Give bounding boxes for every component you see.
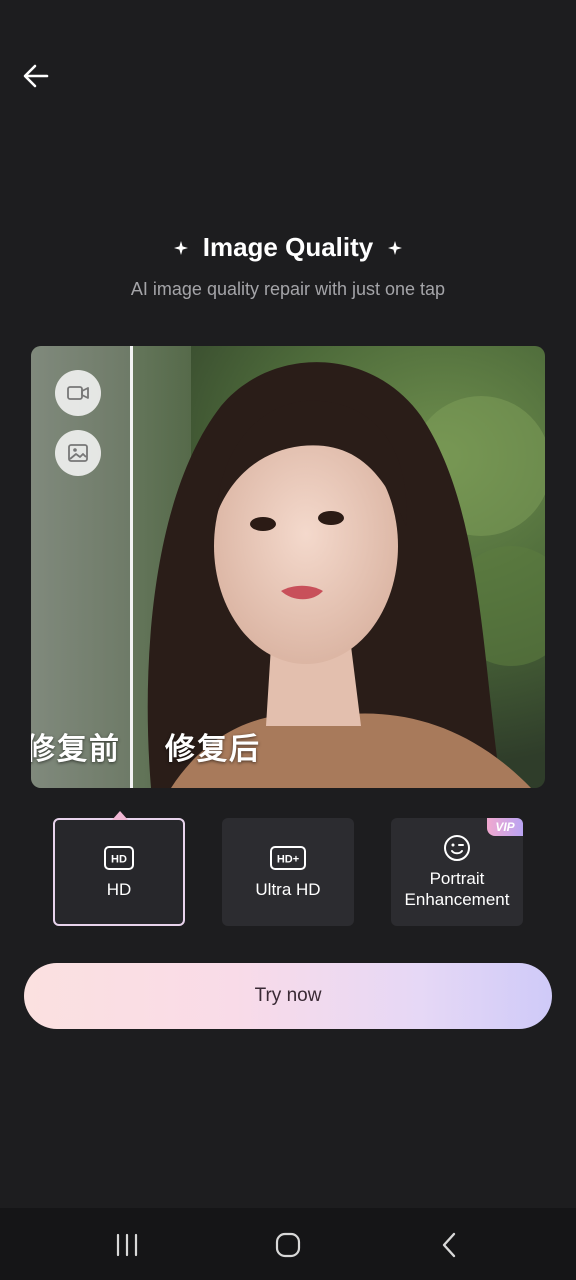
- portrait-photo: [31, 346, 545, 788]
- back-arrow-icon: [23, 64, 49, 88]
- smile-face-icon: [444, 835, 470, 861]
- system-back-button[interactable]: [430, 1230, 470, 1260]
- option-hd[interactable]: HD HD: [53, 811, 185, 926]
- video-icon: [67, 386, 89, 400]
- system-nav-bar: [0, 1208, 576, 1280]
- sparkle-icon: [173, 240, 188, 255]
- compare-divider[interactable]: [130, 346, 133, 788]
- before-label: 修复前: [31, 732, 121, 767]
- home-icon: [275, 1232, 301, 1258]
- home-button[interactable]: [268, 1230, 308, 1260]
- svg-text:HD+: HD+: [277, 853, 299, 865]
- quality-options: HD HD HD+ Ultra HD VIP Portrait Enhancem…: [0, 811, 576, 928]
- hd-icon: HD: [104, 845, 134, 870]
- video-mode-button[interactable]: [55, 370, 101, 416]
- page-subtitle: AI image quality repair with just one ta…: [130, 279, 446, 299]
- image-mode-button[interactable]: [55, 430, 101, 476]
- option-portrait-enhancement[interactable]: VIP Portrait Enhancement: [391, 818, 523, 926]
- try-now-button[interactable]: Try now: [24, 963, 552, 1029]
- back-button[interactable]: [18, 58, 54, 94]
- recent-apps-icon: [116, 1233, 138, 1257]
- after-label: 修复后: [165, 732, 261, 767]
- option-ultra-hd[interactable]: HD+ Ultra HD: [222, 818, 354, 926]
- image-icon: [68, 444, 88, 462]
- feature-header: Image Quality AI image quality repair wi…: [0, 232, 576, 300]
- page-title: Image Quality: [202, 232, 374, 262]
- hd-plus-icon: HD+: [270, 845, 306, 870]
- svg-text:HD: HD: [111, 853, 127, 865]
- before-after-preview[interactable]: 修复前 修复后: [31, 346, 545, 788]
- option-label: HD: [106, 879, 132, 899]
- option-label: Portrait Enhancement: [404, 869, 510, 909]
- vip-badge: VIP: [487, 818, 523, 836]
- sparkle-icon: [388, 240, 403, 255]
- chevron-left-icon: [442, 1232, 456, 1258]
- recent-apps-button[interactable]: [107, 1230, 147, 1260]
- option-label: Ultra HD: [255, 879, 321, 899]
- selection-pointer: [112, 811, 128, 820]
